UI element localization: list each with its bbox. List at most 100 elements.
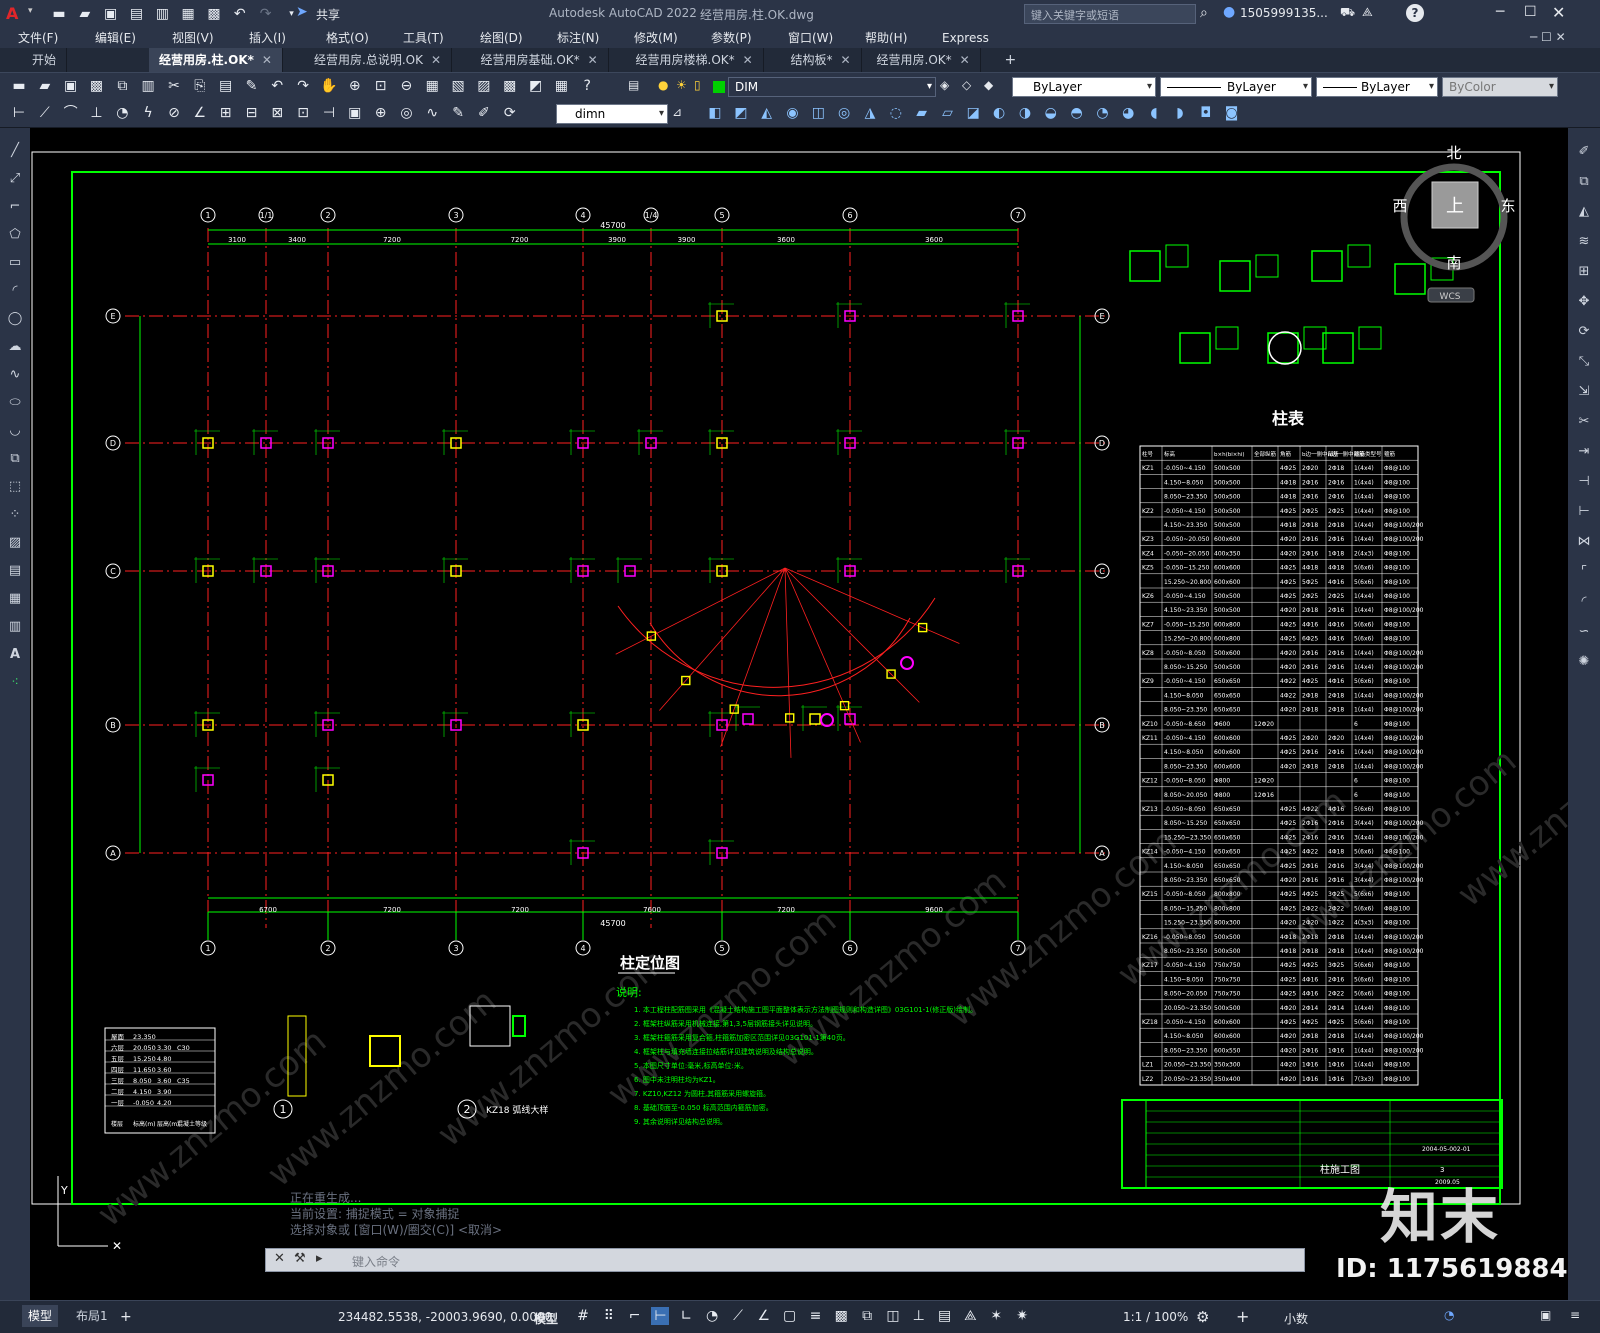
- 3d-osnap-icon[interactable]: ◫: [884, 1307, 902, 1325]
- save-web-icon[interactable]: ▦: [179, 5, 197, 23]
- layer-manager-icon[interactable]: ▤: [628, 78, 639, 92]
- selection-filter-icon[interactable]: ▤: [936, 1307, 954, 1325]
- space-icon[interactable]: ⊡: [294, 104, 312, 122]
- grid-icon[interactable]: #: [574, 1307, 592, 1325]
- blend-curves-icon[interactable]: ∽: [1573, 621, 1595, 643]
- linetype-dropdown[interactable]: ByLayer ▾: [1160, 77, 1312, 97]
- explode-icon[interactable]: ✺: [1573, 651, 1595, 673]
- close-tab-icon[interactable]: ✕: [841, 53, 851, 67]
- break-icon-tool[interactable]: ⊢: [1573, 501, 1595, 523]
- transparency-icon[interactable]: ▩: [832, 1307, 850, 1325]
- minimize-icon[interactable]: ─: [1496, 4, 1504, 20]
- selection-cycling-icon[interactable]: ⧉: [858, 1307, 876, 1325]
- close-tab-icon[interactable]: ✕: [588, 53, 598, 67]
- scale-icon[interactable]: ⤡: [1573, 351, 1595, 373]
- plot-icon[interactable]: ▩: [205, 5, 223, 23]
- loft-icon[interactable]: ◒: [1042, 104, 1060, 122]
- layer-dropdown[interactable]: DIM ▾: [728, 77, 936, 97]
- menu-item[interactable]: 工具(T): [393, 28, 454, 48]
- ellipse-icon[interactable]: ⬭: [4, 392, 26, 414]
- redo-icon[interactable]: ↷: [257, 5, 275, 23]
- autocad-logo-icon[interactable]: A: [6, 4, 28, 24]
- move-icon[interactable]: ✥: [1573, 291, 1595, 313]
- layer-state-icon[interactable]: ◆: [984, 78, 993, 92]
- document-tab[interactable]: 经营用房.OK* ✕: [867, 48, 981, 72]
- menu-item[interactable]: 标注(N): [547, 28, 609, 48]
- mtext-icon[interactable]: A: [4, 644, 26, 666]
- command-input[interactable]: 键入命令: [352, 1253, 400, 1270]
- revision-cloud-icon[interactable]: ☁: [4, 336, 26, 358]
- 3d-align-icon[interactable]: ◘: [1197, 104, 1215, 122]
- menu-item[interactable]: 格式(O): [316, 28, 379, 48]
- ortho-icon[interactable]: ∟: [677, 1307, 695, 1325]
- save-tool-icon[interactable]: ▣: [62, 77, 80, 95]
- dynamic-ucs-icon[interactable]: ⊥: [910, 1307, 928, 1325]
- 3d-array-icon[interactable]: ◙: [1223, 104, 1241, 122]
- annotation-monitor-icon[interactable]: +: [1236, 1307, 1249, 1326]
- maximize-icon[interactable]: ☐: [1524, 4, 1537, 20]
- annotation-visibility-icon[interactable]: ✶: [987, 1307, 1005, 1325]
- box-icon[interactable]: ◧: [706, 104, 724, 122]
- document-tab[interactable]: 经营用房.总说明.OK ✕: [304, 48, 453, 72]
- menu-item[interactable]: 参数(P): [701, 28, 762, 48]
- undo-icon[interactable]: ↶: [231, 5, 249, 23]
- help-icon[interactable]: ?: [1406, 4, 1424, 22]
- object-snap-tracking-icon[interactable]: ∠: [755, 1307, 773, 1325]
- units-dropdown[interactable]: 小数: [1284, 1310, 1308, 1327]
- arc-icon[interactable]: ◜: [4, 280, 26, 302]
- cut-icon[interactable]: ✂: [165, 77, 183, 95]
- layer-lock-icon[interactable]: ▯: [694, 78, 701, 92]
- rotate-icon[interactable]: ⟳: [1573, 321, 1595, 343]
- fillet-icon[interactable]: ◜: [1573, 591, 1595, 613]
- design-center-icon[interactable]: ▧: [449, 77, 467, 95]
- join-icon[interactable]: ⋈: [1573, 531, 1595, 553]
- torus-icon[interactable]: ◎: [835, 104, 853, 122]
- dimedit-icon[interactable]: ✎: [449, 104, 467, 122]
- zoom-window-icon[interactable]: ⊡: [372, 77, 390, 95]
- add-layout-icon[interactable]: +: [120, 1309, 132, 1325]
- drawing-canvas[interactable]: www.znzmo.com www.znzmo.com www.znzmo.com w…: [30, 128, 1568, 1300]
- inspection-icon[interactable]: ◎: [397, 104, 415, 122]
- save-icon[interactable]: ▣: [102, 5, 120, 23]
- menu-item[interactable]: 帮助(H): [855, 28, 917, 48]
- polygon-icon[interactable]: ⬠: [4, 224, 26, 246]
- erase-icon[interactable]: ✐: [1573, 141, 1595, 163]
- lineweight-toggle-icon[interactable]: ≡: [806, 1307, 824, 1325]
- cone-icon[interactable]: ◭: [758, 104, 776, 122]
- menu-item[interactable]: 视图(V): [162, 28, 224, 48]
- jogged-icon[interactable]: ϟ: [139, 104, 157, 122]
- dimtedit-icon[interactable]: ✐: [475, 104, 493, 122]
- trim-icon[interactable]: ✂: [1573, 411, 1595, 433]
- wedge-icon[interactable]: ◩: [732, 104, 750, 122]
- isodraft-icon[interactable]: ⟋: [729, 1307, 747, 1325]
- publish-icon[interactable]: ▥: [139, 77, 157, 95]
- intersect-icon[interactable]: ◕: [1119, 104, 1137, 122]
- gradient-icon[interactable]: ▤: [4, 560, 26, 582]
- properties-icon[interactable]: ▦: [423, 77, 441, 95]
- command-line[interactable]: ✕ ⚒ ▸ 键入命令: [265, 1248, 1305, 1272]
- cylinder-icon[interactable]: ◫: [809, 104, 827, 122]
- array-icon[interactable]: ⊞: [1573, 261, 1595, 283]
- autodesk-app-icon[interactable]: ⟁: [1362, 5, 1373, 20]
- plot-tool-icon[interactable]: ▩: [87, 77, 105, 95]
- menu-item[interactable]: 修改(M): [624, 28, 688, 48]
- search-box[interactable]: 键入关键字或短语: [1024, 4, 1196, 24]
- menu-item[interactable]: 绘图(D): [470, 28, 533, 48]
- quick-dim-icon[interactable]: ⊞: [217, 104, 235, 122]
- menu-item[interactable]: 窗口(W): [778, 28, 843, 48]
- 3d-move-icon[interactable]: ◖: [1145, 104, 1163, 122]
- command-recent-icon[interactable]: ▸: [316, 1251, 323, 1266]
- help-tool-icon[interactable]: ?: [578, 77, 596, 95]
- ordinate-icon[interactable]: ⊥: [87, 104, 105, 122]
- open-file-icon[interactable]: ▰: [76, 5, 94, 23]
- new-tab-icon[interactable]: +: [1005, 52, 1017, 68]
- document-window-controls[interactable]: ─ ☐ ✕: [1530, 30, 1566, 44]
- stretch-icon[interactable]: ⇲: [1573, 381, 1595, 403]
- table-icon[interactable]: ▥: [4, 616, 26, 638]
- continue-icon[interactable]: ⊠: [268, 104, 286, 122]
- redo-tool-icon[interactable]: ↷: [294, 77, 312, 95]
- color-dropdown[interactable]: ByLayer ▾: [1012, 77, 1156, 97]
- command-customize-icon[interactable]: ⚒: [294, 1251, 306, 1266]
- layer-freeze-icon[interactable]: ☀: [676, 78, 687, 92]
- subtract-icon[interactable]: ◔: [1093, 104, 1111, 122]
